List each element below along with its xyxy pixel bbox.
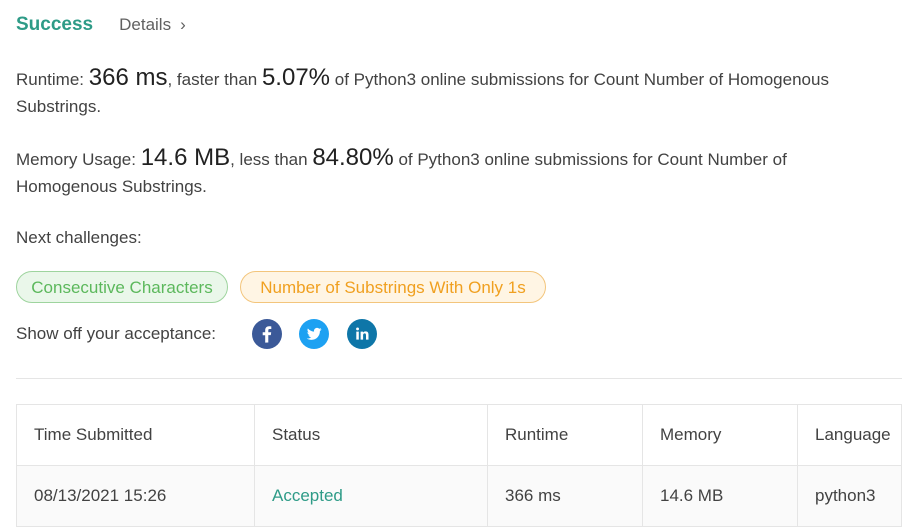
column-header-language[interactable]: Language bbox=[797, 404, 902, 466]
table-header-row: Time Submitted Status Runtime Memory Lan… bbox=[16, 404, 902, 466]
cell-memory: 14.6 MB bbox=[642, 465, 798, 527]
linkedin-icon[interactable] bbox=[347, 319, 377, 349]
next-challenges-label: Next challenges: bbox=[16, 228, 142, 247]
linkedin-glyph bbox=[356, 327, 369, 340]
facebook-icon[interactable] bbox=[252, 319, 282, 349]
cell-status: Accepted bbox=[254, 465, 488, 527]
column-header-status[interactable]: Status bbox=[254, 404, 488, 466]
submissions-table: Time Submitted Status Runtime Memory Lan… bbox=[16, 404, 902, 527]
share-label: Show off your acceptance: bbox=[16, 324, 217, 343]
runtime-middle-text: , faster than bbox=[167, 70, 262, 89]
memory-value: 14.6 MB bbox=[140, 144, 231, 171]
memory-label: Memory Usage: bbox=[16, 150, 141, 169]
details-label: Details bbox=[119, 15, 172, 34]
section-divider bbox=[16, 378, 902, 379]
memory-stat: Memory Usage: 14.6 MB, less than 84.80% … bbox=[16, 144, 886, 200]
cell-runtime: 366 ms bbox=[487, 465, 643, 527]
cell-language: python3 bbox=[797, 465, 902, 527]
status-accepted-link[interactable]: Accepted bbox=[272, 486, 343, 505]
runtime-percent: 5.07% bbox=[261, 64, 331, 91]
submission-result-page: Success Details › Runtime: 366 ms, faste… bbox=[0, 0, 910, 528]
runtime-label: Runtime: bbox=[16, 70, 89, 89]
challenge-chip-number-of-substrings[interactable]: Number of Substrings With Only 1s bbox=[240, 271, 546, 303]
memory-middle-text: , less than bbox=[230, 150, 313, 169]
table-row: 08/13/2021 15:26 Accepted 366 ms 14.6 MB… bbox=[16, 465, 902, 527]
cell-time-submitted: 08/13/2021 15:26 bbox=[16, 465, 255, 527]
details-link[interactable]: Details › bbox=[119, 15, 186, 35]
memory-percent: 84.80% bbox=[312, 144, 394, 171]
result-header: Success Details › bbox=[16, 14, 186, 36]
runtime-stat: Runtime: 366 ms, faster than 5.07% of Py… bbox=[16, 64, 886, 120]
column-header-time-submitted[interactable]: Time Submitted bbox=[16, 404, 255, 466]
success-status: Success bbox=[16, 14, 94, 35]
column-header-runtime[interactable]: Runtime bbox=[487, 404, 643, 466]
twitter-icon[interactable] bbox=[299, 319, 329, 349]
facebook-glyph bbox=[262, 326, 272, 343]
challenge-chip-consecutive-characters[interactable]: Consecutive Characters bbox=[16, 271, 228, 303]
chevron-right-icon: › bbox=[180, 15, 186, 34]
column-header-memory[interactable]: Memory bbox=[642, 404, 798, 466]
twitter-glyph bbox=[306, 327, 322, 340]
runtime-value: 366 ms bbox=[88, 64, 168, 91]
